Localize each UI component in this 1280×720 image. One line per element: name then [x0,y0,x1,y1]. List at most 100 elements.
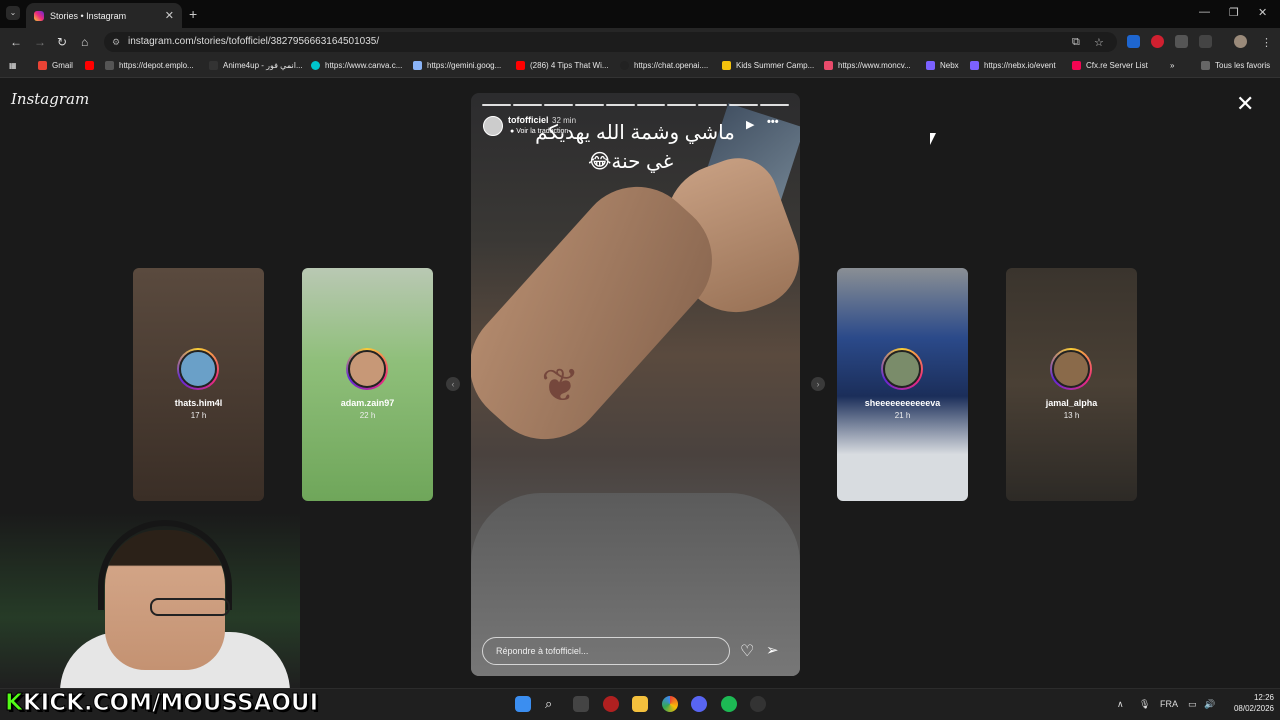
extensions-puzzle-icon[interactable] [1199,35,1212,48]
tab-search-button[interactable]: ⌄ [6,6,20,20]
close-tab-icon[interactable]: ✕ [165,9,174,22]
close-story-button[interactable]: ✕ [1236,93,1254,115]
bookmark-moncv[interactable]: https://www.moncv... [824,61,911,70]
profile-avatar[interactable] [1234,35,1247,48]
app-icon[interactable] [603,696,619,712]
story-age: 17 h [190,411,207,420]
story-progress-segment [667,104,697,106]
youtube-icon [516,61,525,70]
glasses-icon [150,598,230,616]
butterfly-tattoo-icon: ❦ [541,359,580,411]
language-indicator[interactable]: FRA [1160,699,1178,709]
previous-story-arrow[interactable]: ‹ [446,377,460,391]
story-preview-adam-zain97[interactable]: adam.zain97 22 h [302,268,433,501]
story-progress-segment [760,104,790,106]
bookmark-youtube-video[interactable]: (286) 4 Tips That Wi... [516,61,609,70]
task-view-icon[interactable] [573,696,589,712]
clock-time: 12:26 [1253,693,1274,702]
extension-icon[interactable] [1151,35,1164,48]
apps-grid-icon[interactable]: ▦ [9,61,17,70]
anime4up-icon [209,61,218,70]
story-preview-sheeeeeeeeeeeva[interactable]: sheeeeeeeeeeeva 21 h [837,268,968,501]
bookmark-chatgpt[interactable]: https://chat.openai.... [620,61,708,70]
cfx-icon [1072,61,1081,70]
gmail-icon [38,61,47,70]
back-icon[interactable]: ← [10,35,22,49]
bookmark-kids-camp[interactable]: Kids Summer Camp... [722,61,814,70]
story-preview-jamal-alpha[interactable]: jamal_alpha 13 h [1006,268,1137,501]
bookmark-youtube[interactable] [85,61,99,70]
bookmark-gemini[interactable]: https://gemini.goog... [413,61,501,70]
send-icon[interactable]: ➢ [766,641,779,659]
headset-icon [98,520,232,610]
restore-icon[interactable]: ❐ [1229,6,1239,19]
instagram-logo[interactable]: Instagram [11,90,89,108]
next-story-arrow[interactable]: › [811,377,825,391]
bookmark-star-icon[interactable]: ☆ [1094,36,1104,49]
bookmark-depot[interactable]: https://depot.emplo... [105,61,194,70]
menu-kebab-icon[interactable]: ⋮ [1261,36,1272,49]
globe-icon [105,61,114,70]
story-username: thats.him4l [174,398,223,408]
discord-icon[interactable] [691,696,707,712]
kick-url-text: KICK.COM/MOUSSAOUI [22,690,319,717]
start-windows-icon[interactable] [515,696,531,712]
search-icon[interactable]: ⌕ [545,696,561,712]
folder-icon [1201,61,1210,70]
extension-icon[interactable] [1175,35,1188,48]
avatar [177,348,219,390]
story-age: 13 h [1063,411,1080,420]
story-preview-thats-him4l[interactable]: thats.him4l 17 h [133,268,264,501]
camp-icon [722,61,731,70]
volume-icon[interactable]: 🔊 [1204,699,1215,710]
network-icon[interactable]: ▭ [1188,699,1197,710]
bookmark-anime4up[interactable]: Anime4up - انمي فور... [209,61,303,70]
gemini-icon [413,61,422,70]
spotify-icon[interactable] [721,696,737,712]
forward-icon[interactable]: → [34,35,46,49]
bookmark-nebx[interactable]: Nebx [926,61,959,70]
bookmark-gmail[interactable]: Gmail [38,61,73,70]
close-window-icon[interactable]: ✕ [1258,6,1267,19]
youtube-icon [85,61,94,70]
story-age: 22 h [359,411,376,420]
reply-input[interactable]: Répondre à tofofficiel... [482,637,730,665]
install-app-icon[interactable]: ⧉ [1072,36,1080,49]
more-options-icon[interactable]: ••• [767,116,779,128]
minimize-icon[interactable]: — [1199,6,1210,18]
avatar [1050,348,1092,390]
nebx-icon [970,61,979,70]
bookmark-nebx-event[interactable]: https://nebx.io/event [970,61,1056,70]
chrome-icon[interactable] [662,696,678,712]
story-progress-bar [482,104,790,106]
avatar [881,348,923,390]
active-story[interactable]: ❦ [471,93,800,676]
show-hidden-icons-icon[interactable]: ∧ [1117,699,1124,710]
story-progress-segment [698,104,728,106]
site-info-icon[interactable]: ⚙ [112,32,120,52]
reload-icon[interactable]: ↻ [57,35,67,49]
instagram-icon [34,10,44,21]
bookmark-canva[interactable]: https://www.canva.c... [311,61,402,70]
bookmark-cfx[interactable]: Cfx.re Server List [1072,61,1148,70]
tab-instagram[interactable]: Stories • Instagram ✕ [26,3,182,28]
clock-date: 08/02/2026 [1233,704,1274,713]
app-icon[interactable] [750,696,766,712]
system-clock[interactable]: 12:26 08/02/2026 [1226,692,1274,714]
extension-icon[interactable] [1127,35,1140,48]
file-explorer-icon[interactable] [632,696,648,712]
new-tab-button[interactable]: + [189,6,197,22]
home-icon[interactable]: ⌂ [81,35,88,49]
address-bar[interactable]: ⚙ instagram.com/stories/tofofficiel/3827… [104,32,1117,52]
all-bookmarks-button[interactable]: Tous les favoris [1201,61,1270,70]
story-progress-segment [543,104,573,106]
more-bookmarks-button[interactable]: » [1170,61,1174,70]
microphone-icon[interactable]: 🎙 [1139,699,1150,710]
play-icon[interactable]: ▶ [746,118,754,131]
url-text: instagram.com/stories/tofofficiel/382795… [128,36,380,47]
story-username: adam.zain97 [340,398,395,408]
like-heart-icon[interactable]: ♡ [740,641,754,661]
story-progress-segment [636,104,666,106]
story-author-avatar[interactable] [483,116,503,136]
mouse-cursor-icon [930,133,936,145]
